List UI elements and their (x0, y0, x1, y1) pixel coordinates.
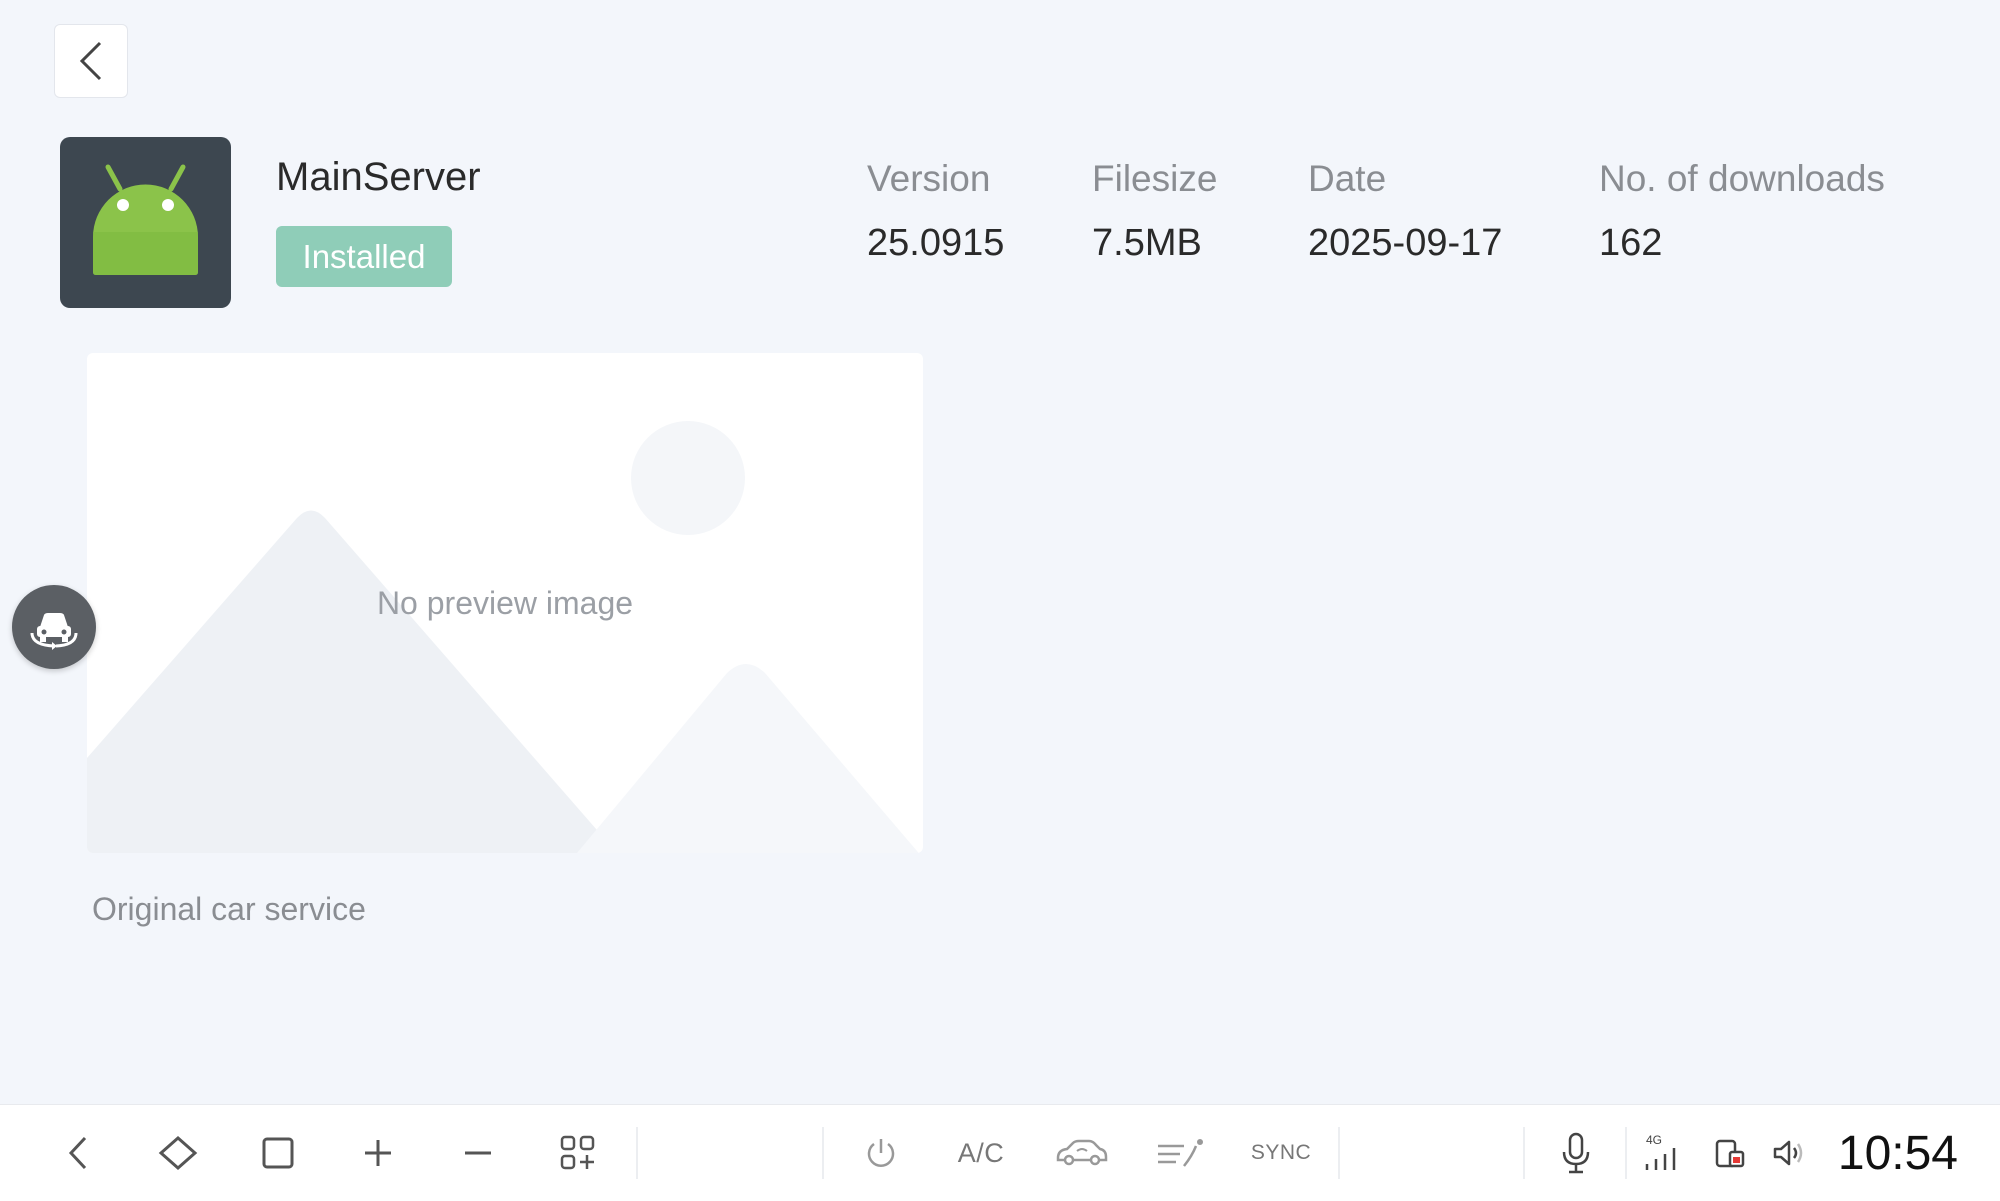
signal-indicator: 4G (1642, 1105, 1690, 1201)
voice-button[interactable] (1548, 1105, 1604, 1201)
sync-button[interactable]: SYNC (1246, 1105, 1316, 1201)
volume-icon (1773, 1140, 1803, 1166)
app-name: MainServer (276, 155, 481, 199)
version-value: 25.0915 (867, 222, 1005, 264)
volume-down-button[interactable] (450, 1105, 506, 1201)
android-icon (93, 164, 198, 275)
chevron-left-icon (79, 41, 102, 81)
car-icon (1056, 1139, 1108, 1166)
taskbar-divider (822, 1127, 824, 1179)
preview-placeholder: No preview image (87, 353, 923, 853)
app-icon (60, 137, 231, 308)
phone-battery-icon (1715, 1139, 1745, 1168)
signal-label: 4G (1646, 1133, 1663, 1147)
minus-icon (465, 1151, 491, 1155)
date-value: 2025-09-17 (1308, 222, 1503, 264)
airflow-button[interactable] (1150, 1105, 1210, 1201)
version-label: Version (867, 158, 991, 199)
back-button[interactable] (54, 24, 128, 98)
microphone-icon (1562, 1132, 1590, 1174)
ac-label: A/C (957, 1137, 1005, 1168)
power-icon (867, 1139, 895, 1167)
volume-up-button[interactable] (350, 1105, 406, 1201)
recent-apps-icon (262, 1137, 294, 1169)
taskbar: A/C SYNC 4G 10:54 (0, 1104, 2000, 1201)
nav-back-button[interactable] (50, 1105, 106, 1201)
apps-add-icon (560, 1135, 595, 1170)
plus-icon (365, 1140, 391, 1166)
filesize-label: Filesize (1092, 158, 1218, 199)
taskbar-divider (1338, 1127, 1340, 1179)
volume-indicator[interactable] (1767, 1105, 1811, 1201)
no-preview-text: No preview image (376, 585, 634, 621)
signal-icon (1645, 1148, 1676, 1170)
date-label: Date (1308, 158, 1387, 199)
filesize-value: 7.5MB (1092, 222, 1202, 264)
car-rotate-button[interactable] (12, 585, 96, 669)
ac-button[interactable]: A/C (944, 1105, 1018, 1201)
taskbar-divider (636, 1127, 638, 1179)
nav-home-button[interactable] (150, 1105, 206, 1201)
back-icon (68, 1136, 87, 1170)
home-icon (158, 1135, 198, 1171)
nav-recent-button[interactable] (250, 1105, 306, 1201)
downloads-label: No. of downloads (1599, 158, 1885, 199)
downloads-value: 162 (1599, 222, 1663, 264)
sync-label: SYNC (1250, 1141, 1312, 1164)
airflow-icon (1158, 1139, 1203, 1167)
app-description: Original car service (92, 891, 366, 927)
taskbar-divider (1523, 1127, 1525, 1179)
phone-status-indicator (1710, 1105, 1750, 1201)
status-badge: Installed (276, 226, 452, 287)
power-button[interactable] (853, 1105, 909, 1201)
taskbar-divider (1625, 1127, 1627, 1179)
car-rotate-icon (30, 613, 78, 650)
apps-button[interactable] (550, 1105, 606, 1201)
car-recirculation-button[interactable] (1050, 1105, 1114, 1201)
clock: 10:54 (1837, 1126, 1958, 1180)
